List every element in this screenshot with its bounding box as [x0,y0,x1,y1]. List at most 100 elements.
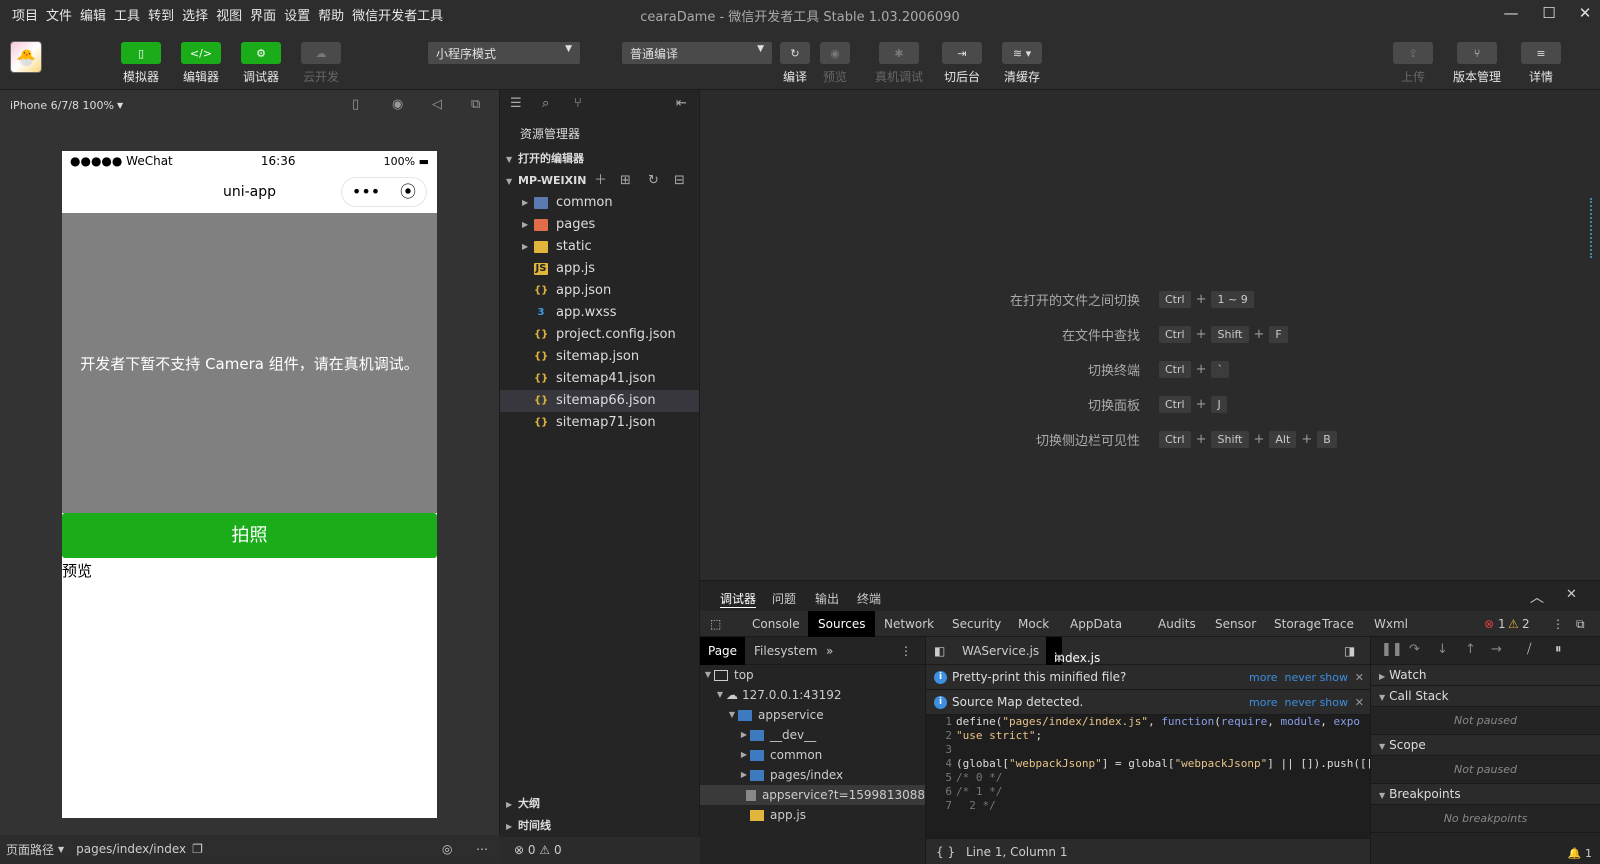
tree-item-dev[interactable]: ▶ __dev__ [700,725,925,745]
close-icon[interactable]: ✕ [1566,587,1577,602]
refresh-icon[interactable]: ↻ [648,170,659,192]
problems-status[interactable]: ⊗ 0 ⚠ 0 [500,837,700,863]
new-file-icon[interactable]: ＋ [594,170,607,192]
list-icon[interactable]: ☰ [510,96,522,111]
open-editors-section[interactable]: ▼ 打开的编辑器 [500,148,699,170]
take-photo-button[interactable]: 拍照 [62,513,437,558]
record-icon[interactable]: ◉ [392,97,403,112]
clear-cache-button[interactable]: ≋ ▾ 清缓存 [995,42,1049,85]
tab-security[interactable]: Security [952,617,1001,631]
collapse-sidebar-icon[interactable]: ⇤ [676,96,687,111]
file-item[interactable]: JS app.js [500,258,699,280]
warning-badge-count[interactable]: 2 [1522,617,1530,631]
step-icon[interactable]: → [1491,642,1502,657]
tab-terminal[interactable]: 终端 [857,590,881,607]
call-stack-section[interactable]: ▼ Call Stack [1371,686,1600,707]
editor-button[interactable]: </> 编辑器 [174,42,228,85]
editor-scrollbar[interactable] [1590,198,1596,258]
maximize-icon[interactable]: ☐ [1538,4,1560,24]
more-icon[interactable]: ••• [352,177,380,207]
tab-wxml[interactable]: Wxml [1374,617,1408,631]
close-target-icon[interactable]: ⦿ [400,177,416,207]
more-link[interactable]: more [1249,671,1278,684]
file-item[interactable]: {} sitemap66.json [500,390,699,412]
inspect-icon[interactable]: ⬚ [710,617,721,631]
background-button[interactable]: ⇥ 切后台 [935,42,989,85]
step-out-icon[interactable]: ↑ [1465,642,1476,657]
tree-item-pages[interactable]: ▶ pages/index [700,765,925,785]
version-button[interactable]: ⑂ 版本管理 [1450,42,1504,85]
more-link[interactable]: more [1249,696,1278,709]
file-item[interactable]: ▶ common [500,192,699,214]
tab-indexjs[interactable]: index.js ✕ [1046,637,1100,665]
copy-icon[interactable]: ❐ [192,842,203,856]
toggle-navigator-icon[interactable]: ◧ [934,644,945,658]
kebab-icon[interactable]: ⋮ [900,644,912,658]
tab-console[interactable]: Console [752,617,800,631]
error-badge-count[interactable]: 1 [1498,617,1506,631]
details-button[interactable]: ≡ 详情 [1514,42,1568,85]
tab-network[interactable]: Network [884,617,934,631]
tab-page[interactable]: Page [700,637,746,665]
tab-sensor[interactable]: Sensor [1215,617,1256,631]
kebab-icon[interactable]: ⋮ [1552,617,1564,631]
git-icon[interactable]: ⑂ [574,96,582,111]
file-item[interactable]: {} app.json [500,280,699,302]
eye-icon[interactable]: ◎ [442,842,452,856]
tree-item-appservice-file[interactable]: appservice?t=1599813088 [700,785,925,805]
file-item[interactable]: {} sitemap41.json [500,368,699,390]
tab-sources[interactable]: Sources [808,611,876,637]
cloud-button[interactable]: ☁ 云开发 [294,42,348,85]
tab-mock[interactable]: Mock [1018,617,1049,631]
tab-waservice[interactable]: WAService.js [962,644,1039,658]
remote-debug-button[interactable]: ✱ 真机调试 [872,42,926,85]
file-item[interactable]: {} sitemap71.json [500,412,699,434]
tab-filesystem[interactable]: Filesystem [754,644,817,658]
outline-section[interactable]: ▶ 大纲 [500,793,700,815]
toggle-debugger-icon[interactable]: ◨ [1344,644,1355,658]
preview-button[interactable]: ◉ 预览 [808,42,862,85]
file-item[interactable]: ▶ static [500,236,699,258]
never-show-link[interactable]: never show [1285,671,1348,684]
tab-debugger[interactable]: 调试器 [720,590,757,608]
step-over-icon[interactable]: ↷ [1409,642,1420,657]
avatar[interactable]: 🐣 [10,41,42,73]
chevron-right-icon[interactable]: » [826,644,833,658]
pause-exceptions-icon[interactable]: ⏸ [1555,642,1562,657]
tree-item-appservice[interactable]: ▼ appservice [700,705,925,725]
close-icon[interactable]: ✕ [1355,690,1364,715]
step-into-icon[interactable]: ↓ [1437,642,1448,657]
mode-select[interactable]: 小程序模式 ▼ [428,42,580,64]
compile-select[interactable]: 普通编译 ▼ [622,42,772,64]
tab-appdata[interactable]: AppData [1070,617,1122,631]
chevron-up-icon[interactable]: ︿ [1530,587,1544,607]
simulator-button[interactable]: ▯ 模拟器 [114,42,168,85]
more-icon[interactable]: ⋯ [476,842,488,856]
file-item[interactable]: ▶ pages [500,214,699,236]
tab-output[interactable]: 输出 [815,590,839,607]
pretty-print-icon[interactable]: { } [936,845,955,859]
breakpoints-section[interactable]: ▼ Breakpoints [1371,784,1600,805]
tab-problems[interactable]: 问题 [772,590,796,607]
tab-trace[interactable]: Trace [1322,617,1354,631]
tab-audits[interactable]: Audits [1158,617,1196,631]
file-item[interactable]: {} project.config.json [500,324,699,346]
close-window-icon[interactable]: ✕ [1574,4,1596,24]
tab-storage[interactable]: Storage [1274,617,1321,631]
notifications[interactable]: 🔔 1 [1568,847,1592,860]
upload-button[interactable]: ⇪ 上传 [1386,42,1440,85]
dock-icon[interactable]: ⧉ [1576,617,1585,632]
file-item[interactable]: 3 app.wxss [500,302,699,324]
close-icon[interactable]: ✕ [1355,665,1364,690]
deactivate-breakpoints-icon[interactable]: ⧸ [1527,642,1531,657]
tree-item-appjs[interactable]: app.js [700,805,925,825]
watch-section[interactable]: ▶ Watch [1371,665,1600,686]
scope-section[interactable]: ▼ Scope [1371,735,1600,756]
popout-icon[interactable]: ⧉ [471,97,480,112]
tree-item-common[interactable]: ▶ common [700,745,925,765]
project-section[interactable]: ▼ MP-WEIXIN ＋ ⊞ ↻ ⊟ [500,170,699,192]
pause-icon[interactable]: ❚❚ [1381,642,1403,657]
collapse-all-icon[interactable]: ⊟ [674,170,685,192]
device-select[interactable]: iPhone 6/7/8 100% [10,99,114,112]
code-lines[interactable]: 1 define("pages/index/index.js", function… [926,715,1370,813]
